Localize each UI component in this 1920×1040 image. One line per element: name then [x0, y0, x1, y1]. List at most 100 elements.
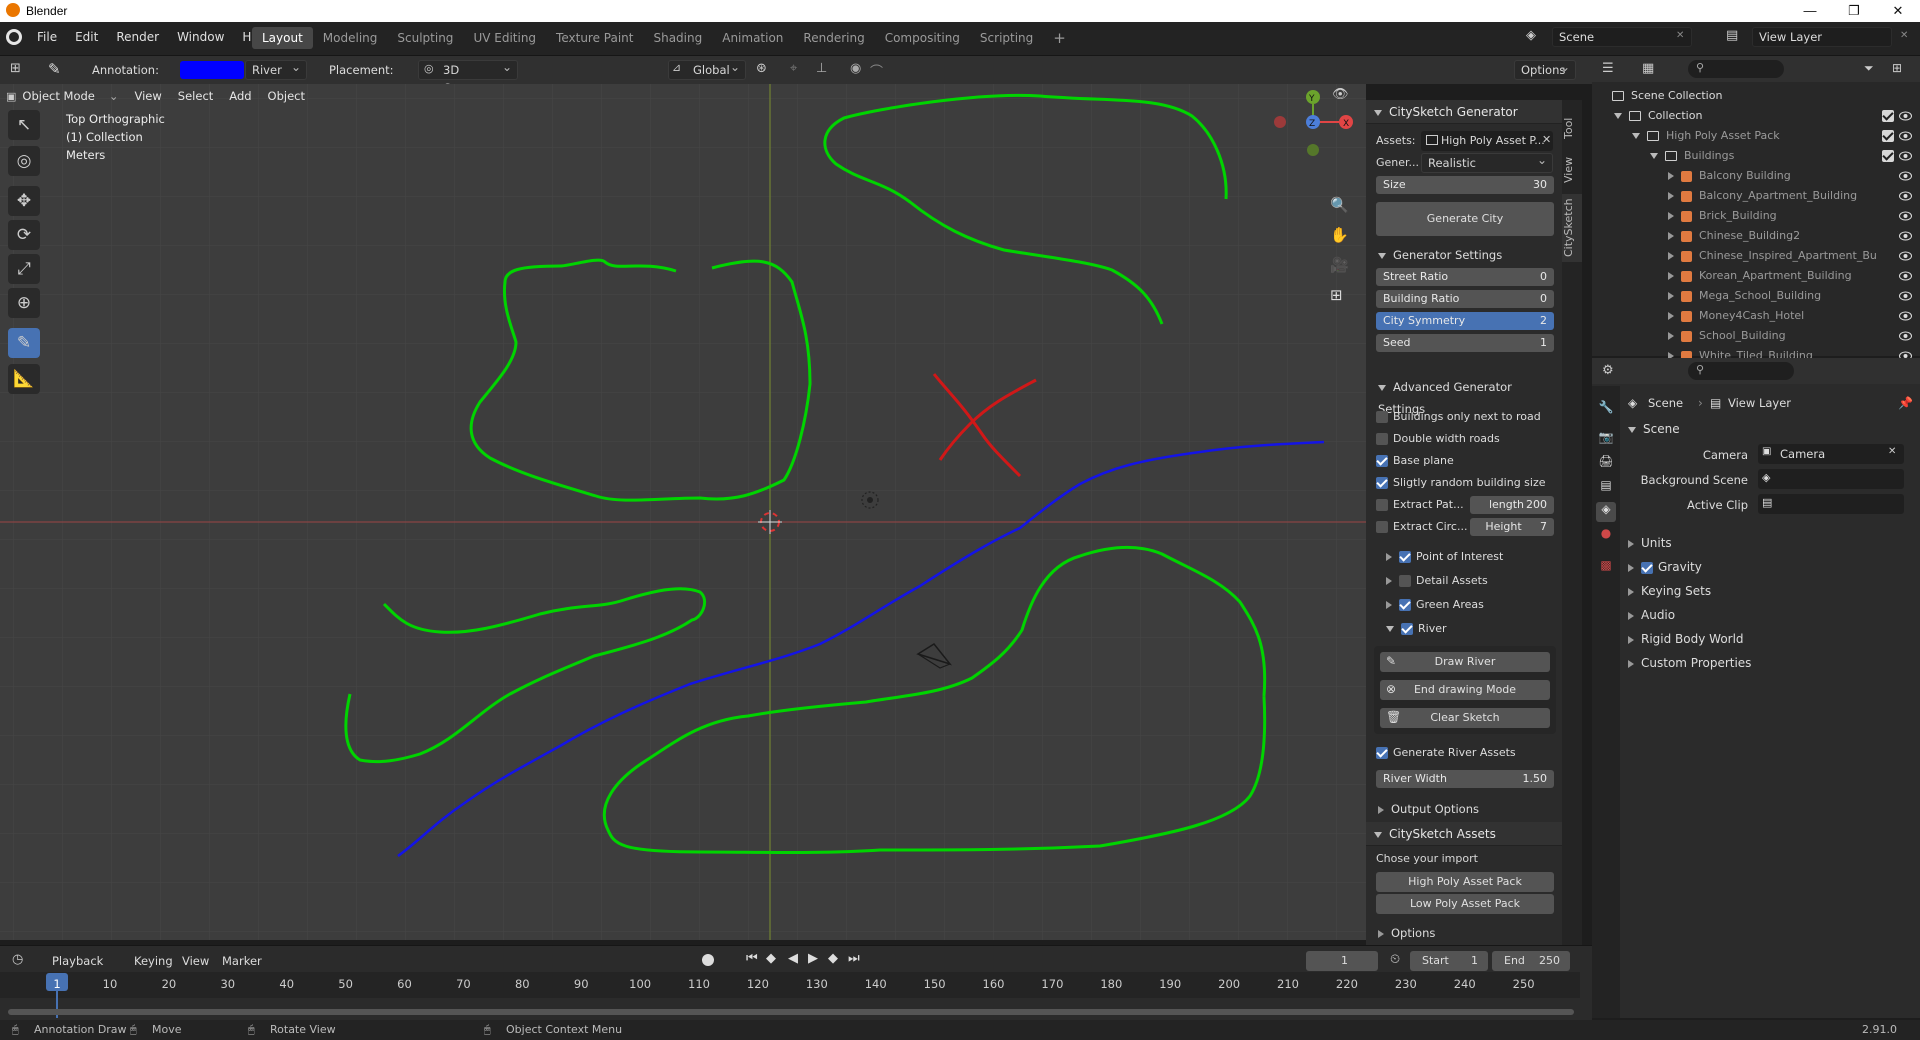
camera-field[interactable]: Camera [1758, 444, 1904, 464]
scene-delete-icon[interactable]: ✕ [1676, 30, 1684, 41]
view-layer-delete-icon[interactable]: ✕ [1900, 30, 1908, 41]
eye-icon[interactable] [1899, 330, 1912, 342]
clear-assets-icon[interactable]: ✕ [1542, 133, 1551, 146]
annotation-layer-dropdown[interactable]: River [245, 58, 307, 80]
panel-header-generator[interactable]: CitySketch Generator [1366, 100, 1562, 124]
tab-animation[interactable]: Animation [712, 27, 793, 49]
eye-icon[interactable] [1899, 290, 1912, 302]
eye-icon[interactable] [1899, 210, 1912, 222]
outliner-collection[interactable]: Collection [1592, 106, 1920, 126]
scene-tab-icon[interactable]: ◈ [1596, 502, 1616, 522]
pan-hand-icon[interactable]: ✋ [1330, 226, 1349, 244]
annotation-color-swatch[interactable] [180, 61, 244, 79]
river-toggle[interactable]: River [1386, 622, 1447, 635]
end-frame-field[interactable]: End 250 [1492, 951, 1570, 971]
extract-path-checkbox[interactable]: Extract Pat... [1376, 498, 1464, 511]
options-subpanel-header[interactable]: Options [1366, 922, 1562, 944]
snap-icon[interactable]: ⌖ [790, 61, 797, 76]
keying-sets-panel[interactable]: Keying Sets [1628, 584, 1711, 598]
generate-river-assets-checkbox[interactable]: Generate River Assets [1376, 746, 1516, 759]
view-layer-tab-icon[interactable]: ▤ [1596, 478, 1616, 498]
outliner-item[interactable]: Chinese_Inspired_Apartment_Bu [1592, 246, 1920, 266]
output-tab-icon[interactable]: 🖨 [1596, 454, 1616, 474]
play-reverse-icon[interactable]: ◀ [788, 951, 798, 966]
tab-uv-editing[interactable]: UV Editing [463, 27, 546, 49]
preview-range-icon[interactable]: ⏲ [1390, 952, 1400, 967]
high-poly-asset-pack-button[interactable]: High Poly Asset Pack [1376, 872, 1554, 892]
base-plane-checkbox[interactable]: Base plane [1376, 454, 1454, 467]
menu-window[interactable]: Window [168, 22, 233, 52]
point-of-interest-toggle[interactable]: Point of Interest [1386, 550, 1503, 563]
timeline-menu-keying[interactable]: Keying [134, 954, 173, 968]
clear-camera-icon[interactable]: ✕ [1888, 446, 1896, 457]
scale-tool-icon[interactable]: ⤢ [8, 254, 40, 284]
jump-end-icon[interactable]: ⏭ [848, 951, 860, 966]
active-clip-field[interactable] [1758, 494, 1904, 514]
scene-selector[interactable]: Scene [1552, 27, 1692, 47]
tab-tool[interactable]: Tool [1562, 110, 1582, 146]
generator-type-dropdown[interactable]: Realistic [1421, 151, 1553, 173]
options-dropdown[interactable]: Options [1514, 58, 1576, 80]
view-layer-icon[interactable]: ▤ [1726, 28, 1738, 43]
annotate-tool-icon[interactable]: ✎ [8, 328, 40, 358]
next-keyframe-icon[interactable]: ◆ [828, 951, 838, 966]
custom-properties-panel[interactable]: Custom Properties [1628, 656, 1751, 670]
outliner-item[interactable]: Korean_Apartment_Building [1592, 266, 1920, 286]
menu-edit[interactable]: Edit [66, 22, 107, 52]
tab-modeling[interactable]: Modeling [313, 27, 388, 49]
scene-icon[interactable]: ◈ [1526, 28, 1544, 44]
tab-texture-paint[interactable]: Texture Paint [546, 27, 643, 49]
low-poly-asset-pack-button[interactable]: Low Poly Asset Pack [1376, 894, 1554, 914]
camera-view-icon[interactable]: 🎥 [1330, 256, 1349, 274]
viewport-menu-object[interactable]: Object [260, 85, 313, 107]
maximize-icon[interactable]: ❐ [1832, 0, 1876, 22]
draw-river-button[interactable]: Draw River [1380, 652, 1550, 672]
timeline-editor-icon[interactable]: ◷ [12, 952, 23, 967]
prev-keyframe-icon[interactable]: ◆ [766, 951, 776, 966]
filter-icon[interactable]: ⏷ [1864, 61, 1874, 76]
double-width-roads-checkbox[interactable]: Double width roads [1376, 432, 1500, 445]
outliner-item[interactable]: Mega_School_Building [1592, 286, 1920, 306]
rotate-tool-icon[interactable]: ⟳ [8, 220, 40, 250]
buildings-next-to-road-checkbox[interactable]: Buildings only next to road [1376, 410, 1541, 423]
tab-citysketch[interactable]: CitySketch [1562, 194, 1582, 262]
add-workspace-icon[interactable]: + [1043, 27, 1076, 49]
tab-view[interactable]: View [1562, 152, 1582, 188]
new-collection-icon[interactable]: ⊞ [1892, 61, 1902, 75]
play-icon[interactable]: ▶ [808, 951, 818, 966]
clear-sketch-button[interactable]: Clear Sketch [1380, 708, 1550, 728]
start-frame-field[interactable]: Start 1 [1410, 951, 1488, 971]
river-width-field[interactable]: River Width 1.50 [1376, 770, 1554, 788]
tab-shading[interactable]: Shading [643, 27, 712, 49]
generator-settings-header[interactable]: Generator Settings [1366, 244, 1562, 266]
panel-header-assets[interactable]: CitySketch Assets [1366, 822, 1562, 846]
outliner-editor-icon[interactable]: ☰ [1602, 61, 1614, 76]
timeline-scrollbar[interactable] [8, 1009, 1574, 1015]
outliner-item[interactable]: Brick_Building [1592, 206, 1920, 226]
end-drawing-mode-button[interactable]: End drawing Mode [1380, 680, 1550, 700]
tab-sculpting[interactable]: Sculpting [387, 27, 463, 49]
gravity-panel[interactable]: Gravity [1628, 560, 1702, 574]
audio-panel[interactable]: Audio [1628, 608, 1675, 622]
detail-assets-toggle[interactable]: Detail Assets [1386, 574, 1488, 587]
zoom-icon[interactable]: 🔍 [1330, 196, 1349, 214]
city-symmetry-field[interactable]: City Symmetry 2 [1376, 312, 1554, 330]
display-mode-icon[interactable]: ▦ [1642, 61, 1654, 76]
viewport-menu-view[interactable]: View [127, 85, 170, 107]
3d-viewport[interactable]: Y X Z ▣ Object Mode ⌄ View Select Add Ob… [0, 84, 1366, 940]
eye-icon[interactable] [1899, 310, 1912, 322]
timeline-menu-marker[interactable]: Marker [222, 954, 262, 968]
falloff-icon[interactable]: ⌒ [870, 61, 883, 80]
viewport-menu-add[interactable]: Add [221, 85, 259, 107]
assets-field[interactable]: High Poly Asset P... [1421, 131, 1553, 151]
render-tab-icon[interactable]: 📷 [1596, 430, 1616, 450]
pivot-icon[interactable]: ⊛ [756, 61, 767, 76]
current-frame-field[interactable]: 1 [1306, 951, 1378, 971]
green-areas-toggle[interactable]: Green Areas [1386, 598, 1484, 611]
move-tool-icon[interactable]: ✥ [8, 186, 40, 216]
outliner-item[interactable]: Chinese_Building2 [1592, 226, 1920, 246]
length-field[interactable]: length 200 [1470, 496, 1554, 514]
jump-start-icon[interactable]: ⏮ [746, 951, 758, 966]
background-scene-field[interactable] [1758, 469, 1904, 489]
outliner-buildings[interactable]: Buildings [1592, 146, 1920, 166]
